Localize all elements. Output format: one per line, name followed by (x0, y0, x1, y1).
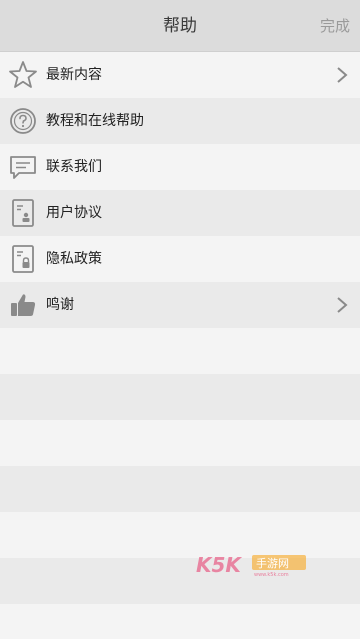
help-circle-icon (8, 105, 38, 137)
menu-item-acknowledgements[interactable]: 鸣谢 (0, 282, 360, 328)
help-menu-list: 最新内容 教程和在线帮助 联系我们 用户协议 隐私政策 鸣谢 (0, 52, 360, 639)
menu-item-label: 联系我们 (46, 159, 102, 175)
chevron-right-icon (336, 295, 348, 315)
menu-item-latest-content[interactable]: 最新内容 (0, 52, 360, 98)
watermark-text: 手游网 (256, 556, 289, 570)
document-user-icon (8, 197, 38, 229)
chat-bubble-icon (8, 151, 38, 183)
menu-item-label: 教程和在线帮助 (46, 113, 144, 129)
k5k-watermark-logo: K5K 手游网 www.k5k.com (196, 552, 308, 578)
menu-item-label: 鸣谢 (46, 297, 74, 313)
menu-item-privacy-policy[interactable]: 隐私政策 (0, 236, 360, 282)
menu-item-label: 用户协议 (46, 205, 102, 221)
menu-item-label: 隐私政策 (46, 251, 102, 267)
thumbs-up-icon (8, 289, 38, 321)
menu-item-user-agreement[interactable]: 用户协议 (0, 190, 360, 236)
watermark-brand: K5K (196, 553, 242, 577)
help-screen: 帮助 完成 最新内容 教程和在线帮助 联系我们 用户协议 隐私政策 鸣谢 K5K… (0, 0, 360, 639)
empty-row (0, 328, 360, 374)
menu-item-tutorial-online-help[interactable]: 教程和在线帮助 (0, 98, 360, 144)
empty-row (0, 374, 360, 420)
menu-item-label: 最新内容 (46, 67, 102, 83)
navigation-bar: 帮助 完成 (0, 0, 360, 52)
page-title: 帮助 (163, 16, 197, 36)
empty-row (0, 604, 360, 639)
empty-row (0, 466, 360, 512)
star-icon (8, 59, 38, 91)
empty-row (0, 420, 360, 466)
menu-item-contact-us[interactable]: 联系我们 (0, 144, 360, 190)
watermark-url: www.k5k.com (254, 572, 289, 578)
document-lock-icon (8, 243, 38, 275)
done-button[interactable]: 完成 (320, 0, 350, 52)
chevron-right-icon (336, 65, 348, 85)
